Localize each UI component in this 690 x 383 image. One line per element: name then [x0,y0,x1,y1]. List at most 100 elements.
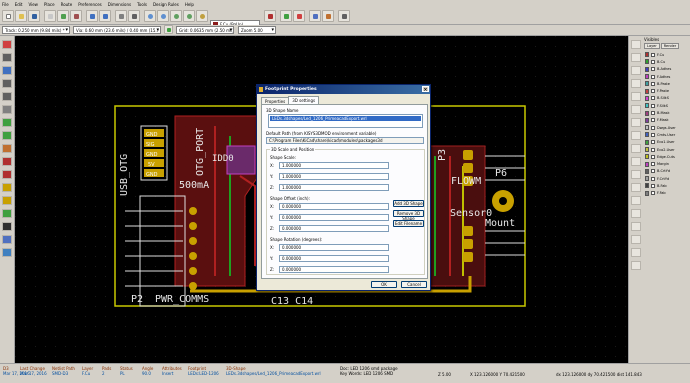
layer-row[interactable]: B.CrtYd [642,168,690,175]
microwave-icon[interactable] [2,235,12,244]
menu-item-edit[interactable]: Edit [15,2,23,7]
local-ratsnest-icon[interactable] [631,66,641,75]
layer-row[interactable]: F.Cu [642,51,690,58]
units-mm-icon[interactable] [2,92,12,101]
layer-visible-checkbox[interactable] [651,147,655,152]
layer-visible-checkbox[interactable] [651,81,655,86]
offset-x-input[interactable]: 0.000000 [279,203,389,210]
layer-row[interactable]: Margin [642,160,690,167]
layer-color-swatch[interactable] [645,74,649,80]
layer-color-swatch[interactable] [645,88,649,94]
delete-icon[interactable] [631,222,641,231]
menu-item-file[interactable]: File [2,2,9,7]
layer-color-swatch[interactable] [645,52,649,58]
layer-visible-checkbox[interactable] [651,118,655,123]
measure-icon[interactable] [631,261,641,270]
add-circle-icon[interactable] [631,157,641,166]
menu-item-dimensions[interactable]: Dimensions [108,2,131,7]
zoom-fit-icon[interactable] [183,10,195,22]
offset-y-input[interactable]: 0.000000 [279,214,389,221]
tab-layer[interactable]: Layer [644,43,660,49]
layer-row[interactable]: Dwgs.User [642,124,690,131]
grid-origin-icon[interactable] [631,248,641,257]
layer-visible-checkbox[interactable] [651,176,655,181]
tab-render[interactable]: Render [660,43,680,49]
cursor-shape-icon[interactable] [2,105,12,114]
layer-row[interactable]: B.Cu [642,58,690,65]
layer-color-swatch[interactable] [645,176,649,182]
layer-pair-icon[interactable] [264,10,276,22]
layer-color-swatch[interactable] [645,117,649,123]
layer-row[interactable]: F.Fab [642,190,690,197]
zoom-select[interactable]: Zoom 5.00 [238,26,276,34]
add-3d-shape-button[interactable]: Add 3D Shape [393,200,424,207]
add-footprint-icon[interactable] [631,79,641,88]
shape-list[interactable]: LEDs.3dshapes/Led_1206_PrimeacadExport.w… [268,114,423,128]
layer-row[interactable]: B.Paste [642,80,690,87]
zoom-out-icon[interactable] [157,10,169,22]
layer-visible-checkbox[interactable] [651,162,655,167]
ok-button[interactable]: OK [371,281,397,288]
scale-z-input[interactable]: 1.000000 [279,184,389,191]
print-icon[interactable] [115,10,127,22]
high-contrast-icon[interactable] [2,222,12,231]
grid-icon[interactable] [2,53,12,62]
close-icon[interactable]: × [422,86,429,93]
layer-row[interactable]: B.Adhes [642,66,690,73]
zoom-redraw-icon[interactable] [170,10,182,22]
drc-icon[interactable] [293,10,305,22]
layer-color-swatch[interactable] [645,125,649,131]
add-track-icon[interactable] [631,92,641,101]
add-zone-icon[interactable] [631,118,641,127]
layer-visible-checkbox[interactable] [651,191,655,196]
layer-color-swatch[interactable] [645,139,649,145]
page-settings-icon[interactable] [44,10,56,22]
layer-visible-checkbox[interactable] [651,183,655,188]
ratsnest-icon[interactable] [2,118,12,127]
menu-item-route[interactable]: Route [61,2,73,7]
offset-z-input[interactable]: 0.000000 [279,225,389,232]
rotation-x-input[interactable]: 0.000000 [279,244,389,251]
netlist-icon[interactable] [280,10,292,22]
layer-color-swatch[interactable] [645,95,649,101]
layer-visible-checkbox[interactable] [651,111,655,116]
select-icon[interactable] [631,40,641,49]
undo-icon[interactable] [86,10,98,22]
layer-row[interactable]: Eco2.User [642,146,690,153]
menu-item-design-rules[interactable]: Design Rules [153,2,179,7]
layer-row[interactable]: B.Fab [642,182,690,189]
layer-color-swatch[interactable] [645,161,649,167]
menu-item-view[interactable]: View [28,2,38,7]
set-origin-icon[interactable] [631,235,641,244]
layer-visible-checkbox[interactable] [651,59,655,64]
rotation-y-input[interactable]: 0.000000 [279,255,389,262]
menu-item-place[interactable]: Place [44,2,55,7]
via-size-select[interactable]: Via: 0.60 mm (23.6 mils) / 0.40 mm (15.7… [73,26,161,34]
layer-visible-checkbox[interactable] [651,169,655,174]
via-sketch-icon[interactable] [2,196,12,205]
layer-color-swatch[interactable] [645,154,649,160]
scale-x-input[interactable]: 1.000000 [279,162,389,169]
layer-visible-checkbox[interactable] [651,89,655,94]
layer-visible-checkbox[interactable] [651,125,655,130]
add-via-icon[interactable] [631,105,641,114]
layer-row[interactable]: F.Mask [642,117,690,124]
layer-row[interactable]: B.SilkS [642,95,690,102]
layer-visible-checkbox[interactable] [651,132,655,137]
layer-row[interactable]: F.Adhes [642,73,690,80]
script-icon[interactable] [338,10,350,22]
remove-3d-shape-button[interactable]: Remove 3D Shape [393,210,424,221]
layer-color-swatch[interactable] [645,190,649,196]
open-icon[interactable] [15,10,27,22]
layer-color-swatch[interactable] [645,66,649,72]
zoom-in-icon[interactable] [144,10,156,22]
footprint-editor-icon[interactable] [70,10,82,22]
drc-off-icon[interactable] [2,40,12,49]
find-icon[interactable] [196,10,208,22]
redo-icon[interactable] [99,10,111,22]
layer-row[interactable]: F.Paste [642,87,690,94]
layer-row[interactable]: F.CrtYd [642,175,690,182]
add-target-icon[interactable] [631,209,641,218]
edit-filename-button[interactable]: Edit Filename [393,220,424,227]
menu-item-help[interactable]: Help [185,2,194,7]
